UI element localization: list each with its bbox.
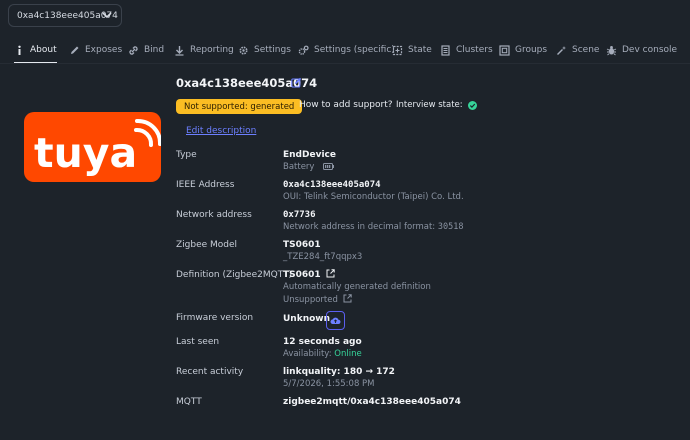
download-icon — [174, 45, 185, 56]
interview-label: Interview state: — [396, 100, 463, 110]
ieee-label: IEEE Address — [176, 180, 235, 190]
availability: Availability: Online — [283, 349, 362, 359]
tab-about[interactable]: About — [14, 38, 57, 64]
tab-label: Exposes — [85, 45, 123, 55]
model-label: Zigbee Model — [176, 240, 238, 250]
tab-label: Reporting — [190, 45, 234, 55]
firmware-label: Firmware version — [176, 313, 254, 323]
tuya-logo: tuya — [24, 112, 161, 182]
model-value: TS0601 — [283, 240, 321, 250]
interview-state: Interview state: — [396, 100, 477, 110]
type-label: Type — [176, 150, 197, 160]
availability-status: Online — [334, 349, 362, 359]
gear-icon — [238, 45, 249, 56]
tab-label: Scene — [572, 45, 600, 55]
chevron-down-icon — [102, 12, 112, 19]
gears-icon — [298, 45, 309, 56]
firmware-value: Unknown — [283, 314, 331, 324]
cloud-upload-icon — [330, 317, 341, 324]
tab-state[interactable]: State — [392, 38, 432, 62]
external-link-icon — [326, 269, 335, 278]
device-selector[interactable]: 0xa4c138eee405a074 — [8, 4, 122, 27]
tab-reporting[interactable]: Reporting — [174, 38, 234, 62]
network-value: 0x7736 — [283, 210, 316, 220]
tab-exposes[interactable]: Exposes — [69, 38, 122, 62]
edit-description-link[interactable]: Edit description — [186, 126, 256, 136]
power-source: Battery — [283, 162, 335, 172]
last-seen-value: 12 seconds ago — [283, 337, 362, 347]
check-circle-icon — [467, 100, 477, 110]
unsupported-link[interactable]: Unsupported — [283, 294, 352, 305]
link-icon — [128, 45, 139, 56]
tab-label: Clusters — [456, 45, 493, 55]
tab-label: About — [30, 45, 57, 55]
bug-icon — [606, 45, 617, 56]
scene-icon — [556, 45, 567, 56]
ieee-value: 0xa4c138eee405a074 — [283, 180, 381, 190]
info-icon — [14, 45, 25, 56]
state-icon — [392, 45, 403, 56]
groups-icon — [499, 44, 510, 56]
tab-label: Settings — [254, 45, 291, 55]
external-link-icon — [343, 294, 352, 303]
tab-settings-specific[interactable]: Settings (specific) — [298, 38, 395, 62]
network-label: Network address — [176, 210, 252, 220]
tab-dev-console[interactable]: Dev console — [606, 38, 677, 62]
tab-label: Bind — [144, 45, 165, 55]
support-status-badge: Not supported: generated — [176, 99, 303, 114]
activity-label: Recent activity — [176, 367, 244, 377]
network-decimal: Network address in decimal format: 30518 — [283, 222, 463, 232]
last-seen-label: Last seen — [176, 337, 220, 347]
tab-label: Dev console — [622, 45, 678, 55]
list-icon — [440, 44, 451, 56]
tab-label: Groups — [515, 45, 548, 55]
tab-groups[interactable]: Groups — [499, 38, 547, 62]
check-firmware-button[interactable] — [326, 311, 345, 330]
definition-value: TS0601 — [283, 270, 321, 280]
definition-generated: Automatically generated definition — [283, 282, 431, 292]
tab-clusters[interactable]: Clusters — [440, 38, 493, 62]
network-decimal-value: 30518 — [437, 222, 464, 232]
tab-settings[interactable]: Settings — [238, 38, 291, 62]
unsupported-text: Unsupported — [283, 295, 338, 305]
model-manufacturer: _TZE284_ft7qqpx3 — [283, 252, 363, 262]
activity-timestamp: 5/7/2026, 1:55:08 PM — [283, 379, 375, 389]
tab-scene[interactable]: Scene — [556, 38, 599, 62]
tab-bind[interactable]: Bind — [128, 38, 164, 62]
definition-link[interactable]: TS0601 — [283, 269, 335, 280]
power-source-text: Battery — [283, 162, 315, 172]
ieee-oui: OUI: Telink Semiconductor (Taipei) Co. L… — [283, 192, 464, 202]
how-to-add-support-link[interactable]: How to add support? — [299, 100, 393, 110]
battery-icon — [323, 163, 335, 170]
mqtt-topic: zigbee2mqtt/0xa4c138eee405a074 — [283, 397, 461, 407]
tab-bar: About Exposes Bind Reporting Settings Se… — [0, 38, 690, 64]
definition-label: Definition (Zigbee2MQTT) — [176, 270, 293, 280]
svg-text:tuya: tuya — [34, 129, 137, 177]
type-value: EndDevice — [283, 150, 336, 160]
tab-label: State — [408, 45, 432, 55]
edit-icon[interactable] — [291, 77, 302, 88]
tab-label: Settings (specific) — [314, 45, 395, 55]
availability-label: Availability: — [283, 349, 332, 359]
activity-value: linkquality: 180 → 172 — [283, 367, 395, 377]
pencil-icon — [69, 45, 80, 56]
tab-divider — [0, 63, 690, 64]
network-decimal-label: Network address in decimal format: — [283, 222, 436, 232]
top-bar: 0xa4c138eee405a074 — [0, 0, 690, 34]
mqtt-label: MQTT — [176, 397, 202, 407]
